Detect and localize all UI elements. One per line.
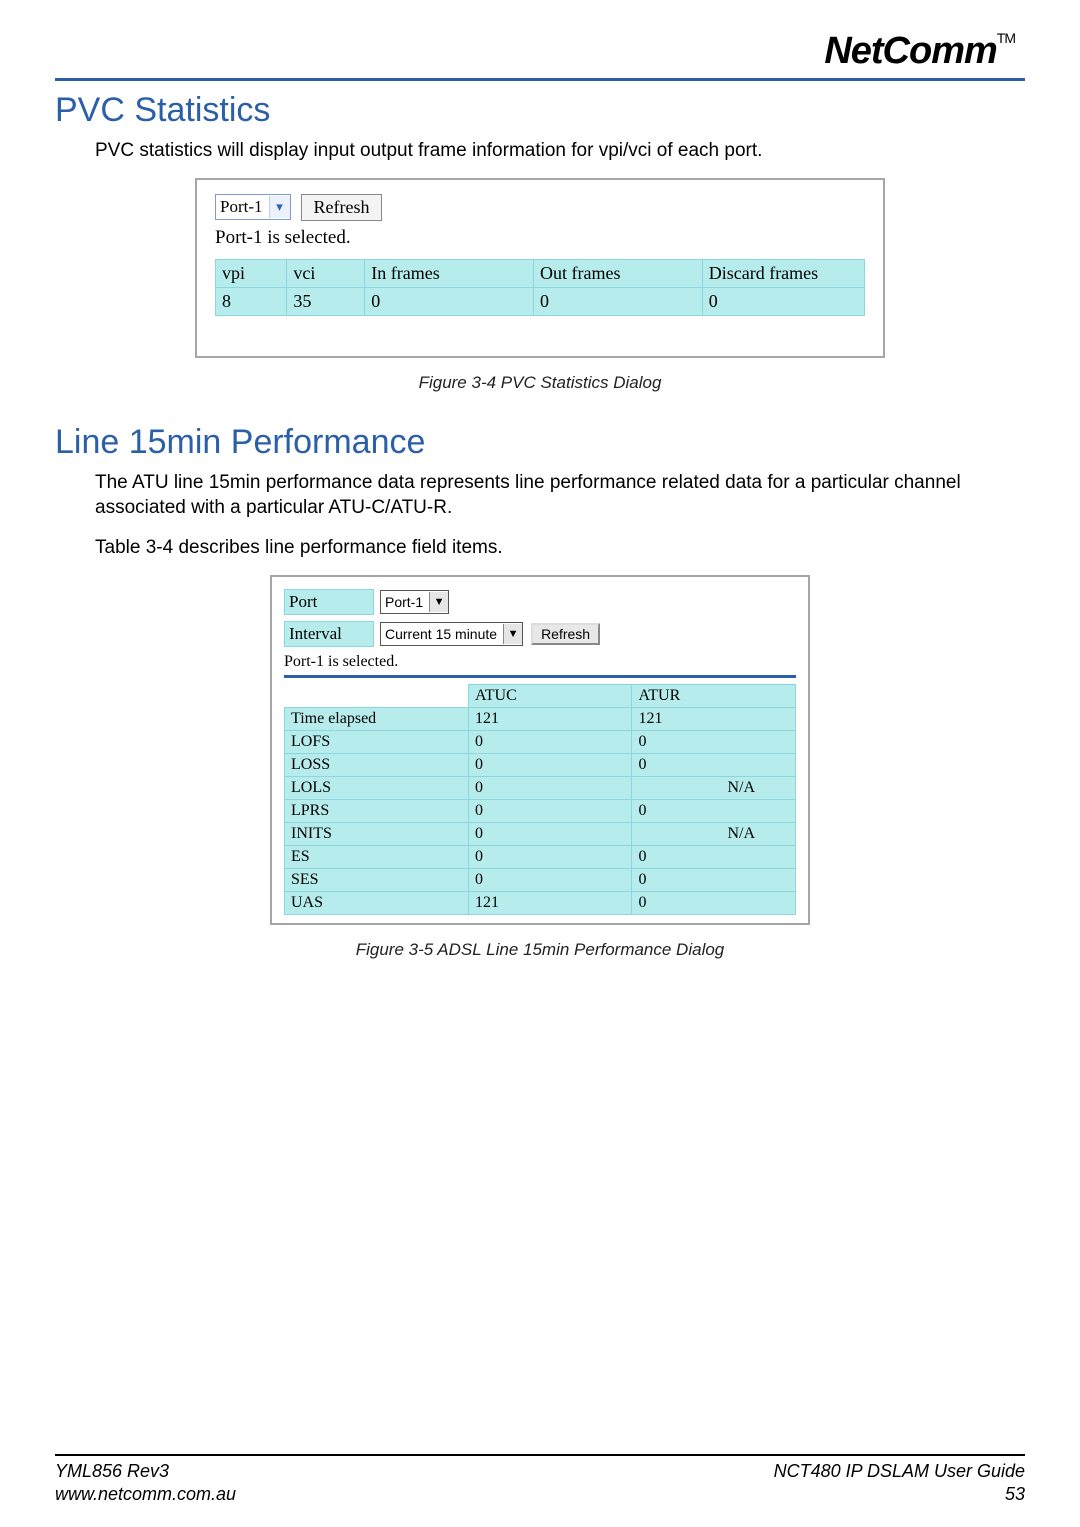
port-label: Port [284,589,374,615]
footer-rev: YML856 Rev3 [55,1460,236,1483]
cell-atuc: 0 [468,845,632,868]
row-label: SES [285,868,469,891]
table-row: SES00 [285,868,796,891]
cell-atur: 0 [632,753,796,776]
row-label: UAS [285,891,469,914]
row-label: LOFS [285,730,469,753]
cell-out: 0 [533,287,702,315]
pvc-intro: PVC statistics will display input output… [95,138,1025,164]
line15-title: Line 15min Performance [55,423,1025,462]
table-row: 8 35 0 0 0 [216,287,865,315]
line15-note: Table 3-4 describes line performance fie… [95,535,1025,561]
col-atur: ATUR [632,684,796,707]
row-label: INITS [285,822,469,845]
pvc-table: vpi vci In frames Out frames Discard fra… [215,259,865,316]
chevron-down-icon[interactable]: ▼ [429,592,448,612]
col-discard: Discard frames [702,259,864,287]
cell-atuc: 0 [468,799,632,822]
row-label: LOLS [285,776,469,799]
brand-logo-row: NetCommTM [55,30,1025,73]
col-inframes: In frames [365,259,534,287]
cell-atuc: 0 [468,776,632,799]
cell-in: 0 [365,287,534,315]
line15-dialog: Port Port-1 ▼ Interval Current 15 minute… [270,575,810,925]
perf-table: ATUC ATUR Time elapsed121121LOFS00LOSS00… [284,684,796,915]
table-row: LOLS0N/A [285,776,796,799]
footer-url: www.netcomm.com.au [55,1483,236,1506]
section-pvc-statistics: PVC Statistics PVC statistics will displ… [55,91,1025,393]
cell-atur: 121 [632,707,796,730]
cell-atuc: 0 [468,822,632,845]
section-line-15min: Line 15min Performance The ATU line 15mi… [55,423,1025,960]
cell-atuc: 121 [468,707,632,730]
chevron-down-icon[interactable]: ▾ [269,196,290,218]
cell-atur: 0 [632,799,796,822]
cell-vci: 35 [287,287,365,315]
cell-atuc: 121 [468,891,632,914]
pvc-dialog: Port-1 ▾ Refresh Port-1 is selected. vpi… [195,178,885,358]
cell-atur: N/A [632,776,796,799]
line15-intro: The ATU line 15min performance data repr… [95,470,1025,521]
trademark: TM [997,30,1015,46]
table-header-row: vpi vci In frames Out frames Discard fra… [216,259,865,287]
port-select-2-value: Port-1 [381,594,429,610]
row-label: ES [285,845,469,868]
pvc-selected-text: Port-1 is selected. [215,227,865,249]
line15-selected-text: Port-1 is selected. [284,653,796,671]
interval-label: Interval [284,621,374,647]
col-outframes: Out frames [533,259,702,287]
row-label: LOSS [285,753,469,776]
col-vci: vci [287,259,365,287]
page-footer: YML856 Rev3 www.netcomm.com.au NCT480 IP… [55,1454,1025,1505]
chevron-down-icon[interactable]: ▼ [503,624,522,644]
table-row: LOSS00 [285,753,796,776]
pvc-caption: Figure 3-4 PVC Statistics Dialog [55,373,1025,393]
cell-atur: 0 [632,845,796,868]
refresh-button[interactable]: Refresh [301,194,383,221]
cell-discard: 0 [702,287,864,315]
port-select-value: Port-1 [216,197,269,217]
blank-header [285,684,469,707]
table-row: Time elapsed121121 [285,707,796,730]
port-select-2[interactable]: Port-1 ▼ [380,590,449,614]
row-label: LPRS [285,799,469,822]
header-rule [55,78,1025,81]
footer-page: 53 [774,1483,1025,1506]
dialog-rule [284,675,796,678]
cell-atur: 0 [632,868,796,891]
footer-guide: NCT480 IP DSLAM User Guide [774,1460,1025,1483]
cell-atuc: 0 [468,753,632,776]
cell-vpi: 8 [216,287,287,315]
row-label: Time elapsed [285,707,469,730]
refresh-button-2[interactable]: Refresh [531,623,600,645]
cell-atur: 0 [632,730,796,753]
brand-name: NetComm [824,30,996,72]
table-row: UAS1210 [285,891,796,914]
interval-select-value: Current 15 minute [381,626,503,642]
table-row: ES00 [285,845,796,868]
table-row: INITS0N/A [285,822,796,845]
port-select[interactable]: Port-1 ▾ [215,194,291,220]
col-vpi: vpi [216,259,287,287]
pvc-title: PVC Statistics [55,91,1025,130]
table-header-row: ATUC ATUR [285,684,796,707]
line15-caption: Figure 3-5 ADSL Line 15min Performance D… [55,940,1025,960]
cell-atuc: 0 [468,868,632,891]
cell-atur: N/A [632,822,796,845]
col-atuc: ATUC [468,684,632,707]
brand-logo: NetCommTM [824,30,1015,73]
interval-select[interactable]: Current 15 minute ▼ [380,622,523,646]
cell-atuc: 0 [468,730,632,753]
table-row: LOFS00 [285,730,796,753]
cell-atur: 0 [632,891,796,914]
table-row: LPRS00 [285,799,796,822]
